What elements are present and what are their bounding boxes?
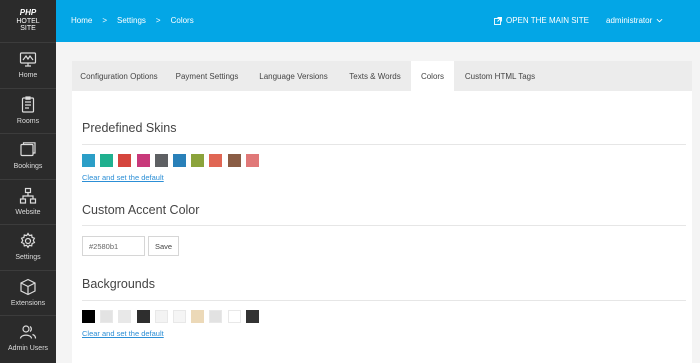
colors-panel: Predefined Skins Clear and set the defau… bbox=[72, 91, 692, 363]
breadcrumb-colors: Colors bbox=[170, 16, 194, 25]
divider bbox=[82, 300, 686, 301]
sitemap-icon bbox=[19, 187, 37, 204]
open-main-site-label: OPEN THE MAIN SITE bbox=[506, 16, 589, 25]
background-swatch[interactable] bbox=[136, 310, 150, 323]
skin-swatch[interactable] bbox=[209, 154, 223, 167]
background-swatch[interactable] bbox=[82, 310, 95, 323]
gear-icon bbox=[20, 232, 36, 249]
tab-payment-settings[interactable]: Payment Settings bbox=[166, 61, 248, 91]
skin-swatch[interactable] bbox=[191, 154, 205, 167]
sidebar-item-home[interactable]: Home bbox=[0, 42, 56, 88]
tab-language-versions[interactable]: Language Versions bbox=[248, 61, 339, 91]
breadcrumb-home[interactable]: Home bbox=[71, 16, 92, 25]
skin-swatch[interactable] bbox=[118, 154, 132, 167]
backgrounds-title: Backgrounds bbox=[82, 277, 155, 291]
breadcrumb-separator: > bbox=[102, 16, 108, 25]
sidebar-item-website[interactable]: Website bbox=[0, 178, 56, 225]
sidebar-item-rooms[interactable]: Rooms bbox=[0, 87, 56, 134]
logo-line-3: SITE bbox=[20, 25, 36, 33]
backgrounds-reset-link[interactable]: Clear and set the default bbox=[82, 329, 164, 338]
custom-accent-title: Custom Accent Color bbox=[82, 203, 200, 217]
sidebar-item-bookings[interactable]: Bookings bbox=[0, 133, 56, 179]
background-swatch[interactable] bbox=[118, 310, 132, 323]
sidebar-item-label: Settings bbox=[15, 254, 41, 262]
breadcrumb-settings[interactable]: Settings bbox=[117, 16, 146, 25]
background-swatch[interactable] bbox=[100, 310, 114, 323]
logo[interactable]: PHP HOTEL SITE bbox=[0, 0, 56, 42]
sidebar-item-admin-users[interactable]: Admin Users bbox=[0, 315, 56, 361]
skin-swatch[interactable] bbox=[154, 154, 168, 167]
open-main-site-link[interactable]: OPEN THE MAIN SITE bbox=[494, 16, 589, 25]
rooms-icon bbox=[21, 96, 35, 113]
predefined-skins-title: Predefined Skins bbox=[82, 121, 177, 135]
background-swatch[interactable] bbox=[191, 310, 205, 323]
skin-swatch[interactable] bbox=[82, 154, 95, 167]
skin-swatch[interactable] bbox=[136, 154, 150, 167]
sidebar-item-label: Website bbox=[15, 208, 41, 216]
save-button[interactable]: Save bbox=[148, 236, 179, 256]
chevron-down-icon bbox=[656, 18, 663, 23]
cube-icon bbox=[20, 278, 36, 295]
divider bbox=[82, 225, 686, 226]
accent-color-input[interactable] bbox=[82, 236, 145, 256]
external-link-icon bbox=[494, 16, 502, 25]
sidebar-item-label: Home bbox=[18, 72, 38, 80]
tab-custom-html-tags[interactable]: Custom HTML Tags bbox=[454, 61, 546, 91]
user-name: administrator bbox=[606, 16, 653, 25]
sidebar-item-label: Bookings bbox=[13, 163, 43, 171]
skins-reset-link[interactable]: Clear and set the default bbox=[82, 173, 164, 182]
skin-swatch[interactable] bbox=[227, 154, 241, 167]
logo-line-1: PHP bbox=[19, 8, 37, 18]
background-swatch[interactable] bbox=[173, 310, 186, 323]
divider bbox=[82, 144, 686, 145]
sidebar-item-extensions[interactable]: Extensions bbox=[0, 269, 56, 316]
home-icon bbox=[19, 52, 37, 67]
skin-swatch[interactable] bbox=[245, 154, 259, 167]
background-swatch[interactable] bbox=[154, 310, 168, 323]
sidebar: PHP HOTEL SITE Home Rooms Bookings Websi… bbox=[0, 0, 56, 363]
sidebar-item-label: Rooms bbox=[16, 117, 40, 125]
skin-swatch[interactable] bbox=[100, 154, 114, 167]
sidebar-item-label: Extensions bbox=[10, 299, 46, 307]
user-menu[interactable]: administrator bbox=[606, 16, 663, 25]
tab-texts-words[interactable]: Texts & Words bbox=[339, 61, 411, 91]
breadcrumb-separator: > bbox=[155, 16, 161, 25]
top-bar: Home > Settings > Colors OPEN THE MAIN S… bbox=[56, 0, 700, 42]
logo-line-2: HOTEL bbox=[16, 17, 40, 25]
settings-tabs: Configuration Options Payment Settings L… bbox=[72, 61, 692, 91]
tab-configuration-options[interactable]: Configuration Options bbox=[72, 61, 166, 91]
skin-swatch[interactable] bbox=[173, 154, 186, 167]
bookings-icon bbox=[20, 142, 36, 157]
tab-colors[interactable]: Colors bbox=[411, 61, 454, 91]
sidebar-item-settings[interactable]: Settings bbox=[0, 224, 56, 270]
breadcrumb: Home > Settings > Colors bbox=[71, 16, 194, 25]
background-swatch[interactable] bbox=[209, 310, 223, 323]
users-icon bbox=[19, 325, 37, 339]
background-swatch[interactable] bbox=[245, 310, 259, 323]
sidebar-item-label: Admin Users bbox=[7, 345, 49, 353]
background-swatch[interactable] bbox=[227, 310, 241, 323]
